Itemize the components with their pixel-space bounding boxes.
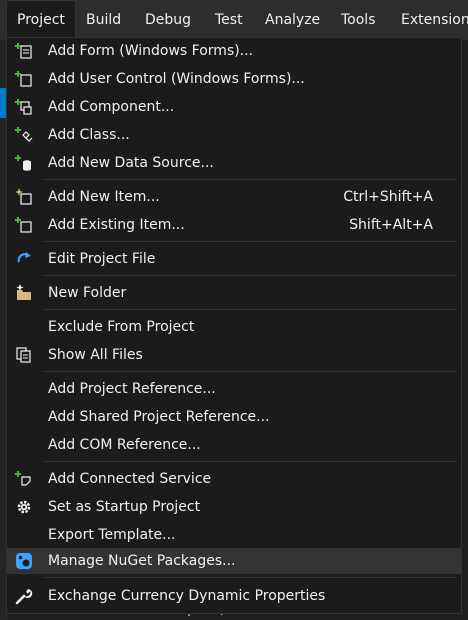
menu-item-set-as-startup-project[interactable]: Set as Startup Project [7,494,461,520]
menu-item-label: Exchange Currency Dynamic Properties [48,588,326,604]
menu-extensions[interactable]: Extensions [401,0,468,40]
add-form-icon [15,43,32,59]
menu-item-label: Add User Control (Windows Forms)... [48,71,305,87]
menu-analyze[interactable]: Analyze [265,0,320,40]
menu-item-label: Set as Startup Project [48,499,201,515]
menu-item-label: New Folder [48,285,127,301]
add-class-icon [15,127,33,142]
edit-project-file-icon [17,252,31,263]
menu-item-label: Add Shared Project Reference... [48,409,270,425]
menu-separator [43,179,457,180]
add-user-control-icon [15,71,32,87]
menu-item-edit-project-file[interactable]: Edit Project File [7,246,461,272]
menu-item-exclude-from-project[interactable]: Exclude From Project [7,314,461,340]
add-data-source-icon [15,155,31,171]
menu-item-add-new-item[interactable]: Add New Item... Ctrl+Shift+A [7,184,461,210]
menu-test[interactable]: Test [215,0,243,40]
menu-item-label: Add Component... [48,99,175,115]
menu-project[interactable]: Project [6,0,76,40]
menu-separator [43,241,457,242]
menu-separator [43,309,457,310]
menu-item-add-data-source[interactable]: Add New Data Source... [7,150,461,176]
menu-item-exchange-currency-dynamic-properties[interactable]: Exchange Currency Dynamic Properties [7,583,461,609]
menu-item-label: Add Existing Item... [48,217,185,233]
add-existing-item-icon [15,217,32,233]
background-editor-right [462,40,468,620]
menu-tools[interactable]: Tools [341,0,376,40]
menu-item-manage-nuget-packages[interactable]: Manage NuGet Packages... [7,548,461,574]
menu-item-add-shared-project-reference[interactable]: Add Shared Project Reference... [7,404,461,430]
menu-separator [43,275,457,276]
menu-item-label: Add COM Reference... [48,437,201,453]
menu-item-new-folder[interactable]: New Folder [7,280,461,306]
menu-item-label: Add Class... [48,127,130,143]
menu-item-label: Add New Data Source... [48,155,214,171]
gear-icon [17,500,31,514]
menu-item-label: Show All Files [48,347,143,363]
menu-item-add-user-control[interactable]: Add User Control (Windows Forms)... [7,66,461,92]
connected-service-icon [15,471,31,486]
menu-item-label: Manage NuGet Packages... [48,553,236,569]
menu-separator [43,577,457,578]
menu-item-label: Add Form (Windows Forms)... [48,43,254,59]
menu-item-show-all-files[interactable]: Show All Files [7,342,461,368]
add-new-item-icon [15,188,32,205]
wrench-icon [15,589,33,605]
menu-item-shortcut: Shift+Alt+A [349,217,433,233]
menu-item-add-com-reference[interactable]: Add COM Reference... [7,432,461,458]
menu-item-export-template[interactable]: Export Template... [7,522,461,548]
menu-separator [43,461,457,462]
nuget-icon [16,553,32,569]
menu-item-add-class[interactable]: Add Class... [7,122,461,148]
menu-item-label: Export Template... [48,527,176,543]
menu-debug[interactable]: Debug [145,0,191,40]
menu-bar: Project Build Debug Test Analyze Tools E… [0,0,468,40]
menu-item-add-project-reference[interactable]: Add Project Reference... [7,376,461,402]
new-folder-icon [16,284,31,300]
menu-item-add-connected-service[interactable]: Add Connected Service [7,466,461,492]
menu-item-label: Exclude From Project [48,319,195,335]
menu-item-label: Add New Item... [48,189,160,205]
menu-item-add-form[interactable]: Add Form (Windows Forms)... [7,38,461,64]
menu-item-shortcut: Ctrl+Shift+A [343,189,433,205]
menu-separator [43,371,457,372]
show-all-files-icon [16,347,31,363]
menu-item-label: Edit Project File [48,251,156,267]
menu-item-add-existing-item[interactable]: Add Existing Item... Shift+Alt+A [7,212,461,238]
menu-item-add-component[interactable]: Add Component... [7,94,461,120]
add-component-icon [15,99,32,115]
project-menu-dropdown: Add Form (Windows Forms)... Add User Con… [6,37,462,614]
menu-item-label: Add Project Reference... [48,381,216,397]
menu-build[interactable]: Build [86,0,121,40]
menu-item-label: Add Connected Service [48,471,212,487]
